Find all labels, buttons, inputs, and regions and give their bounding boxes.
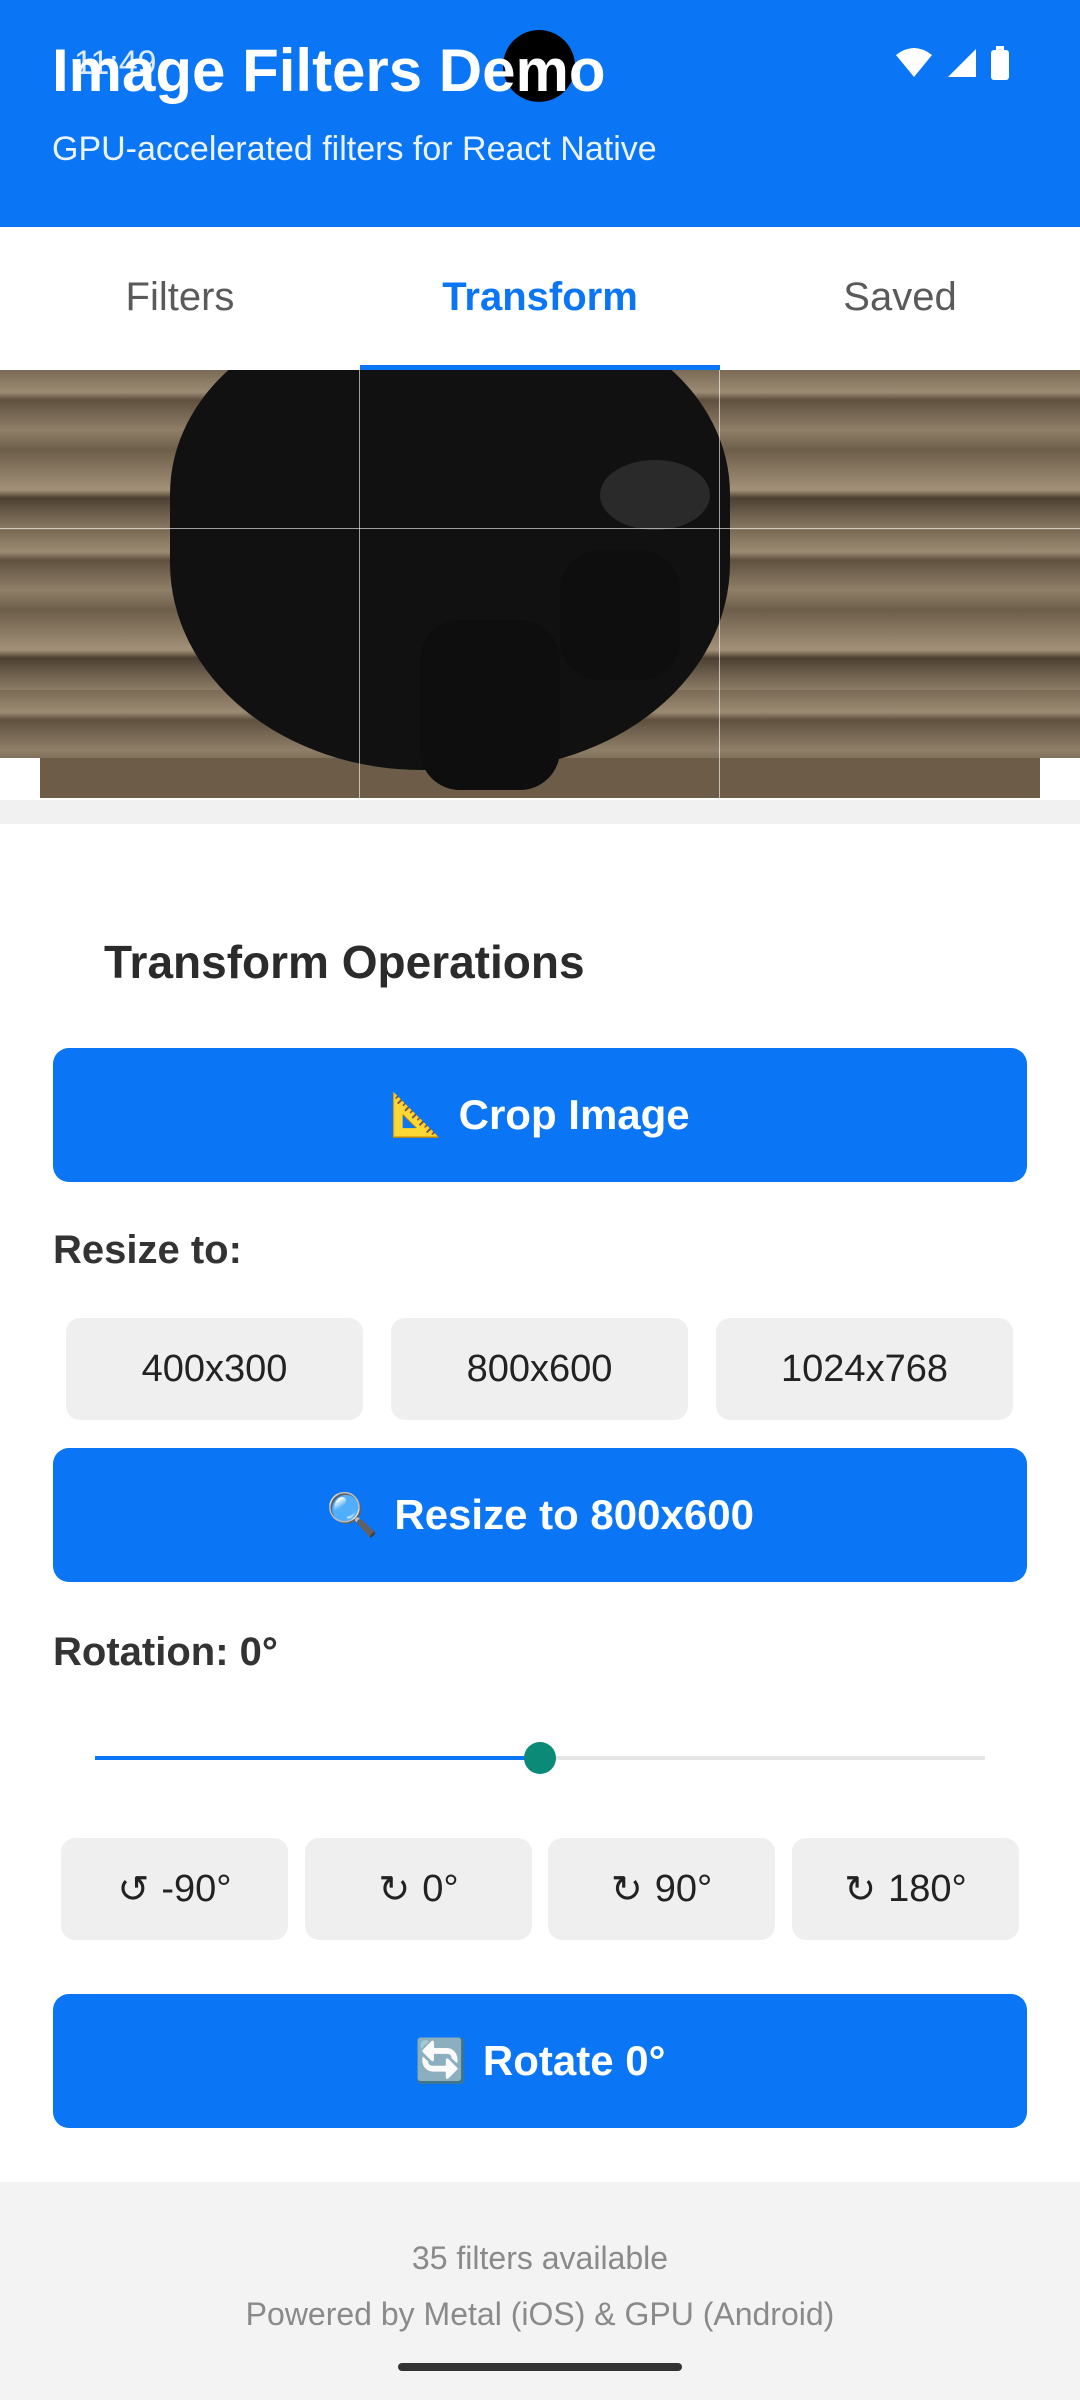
rotate-cw-icon: ↻ xyxy=(844,1868,877,1911)
rotate-ccw-icon: ↺ xyxy=(117,1868,150,1911)
filter-count: 35 filters available xyxy=(411,2240,669,2276)
status-icons xyxy=(894,46,1010,80)
tab-bar: Filters Transform Saved xyxy=(0,227,1080,370)
image-preview[interactable] xyxy=(0,370,1080,798)
page-title: Image Filters Demo xyxy=(52,37,606,104)
rotate-preset-label: 0° xyxy=(422,1867,459,1910)
resize-option-1024x768[interactable]: 1024x768 xyxy=(716,1318,1013,1420)
rotate-preset-0[interactable]: ↻ 0° xyxy=(305,1838,532,1940)
resize-label: Resize to: xyxy=(53,1228,242,1272)
photo-dog-nose xyxy=(600,460,710,530)
tab-saved[interactable]: Saved xyxy=(720,227,1080,370)
crop-grid-line xyxy=(719,370,720,798)
wifi-icon xyxy=(896,48,932,77)
powered-by: Powered by Metal (iOS) & GPU (Android) xyxy=(245,2296,835,2332)
crop-button-label: Crop Image xyxy=(458,1091,690,1138)
resize-option-400x300[interactable]: 400x300 xyxy=(66,1318,363,1420)
rotate-preset-label: -90° xyxy=(161,1867,232,1910)
section-title: Transform Operations xyxy=(104,936,585,988)
rotate-preset-minus-90[interactable]: ↺ -90° xyxy=(61,1838,288,1940)
rotate-button-label: Rotate 0° xyxy=(482,2037,666,2084)
rotate-arrows-icon: 🔄 xyxy=(414,2036,467,2084)
rotate-cw-icon: ↻ xyxy=(610,1868,643,1911)
rotate-preset-label: 180° xyxy=(888,1867,967,1910)
rotate-preset-label: 90° xyxy=(654,1867,713,1910)
page-subtitle: GPU-accelerated filters for React Native xyxy=(52,130,657,168)
rotation-label: Rotation: 0° xyxy=(53,1630,278,1674)
tab-transform[interactable]: Transform xyxy=(360,227,720,370)
photo-dog-leg xyxy=(560,550,680,680)
rotation-slider-thumb[interactable] xyxy=(524,1742,556,1774)
home-indicator[interactable] xyxy=(398,2363,682,2371)
rotate-button[interactable]: 🔄 Rotate 0° xyxy=(53,1994,1027,2128)
tab-filters[interactable]: Filters xyxy=(0,227,360,370)
photo-dog-leg xyxy=(420,620,560,790)
signal-icon xyxy=(948,49,976,77)
resize-option-800x600[interactable]: 800x600 xyxy=(391,1318,688,1420)
crop-grid-line xyxy=(0,528,1080,529)
ruler-icon: 📐 xyxy=(390,1090,443,1138)
crop-grid-line xyxy=(359,370,360,798)
rotation-slider-track[interactable] xyxy=(540,1756,985,1760)
crop-image-button[interactable]: 📐 Crop Image xyxy=(53,1048,1027,1182)
magnifier-icon: 🔍 xyxy=(326,1490,379,1538)
resize-button-label: Resize to 800x600 xyxy=(394,1491,754,1538)
rotate-preset-90[interactable]: ↻ 90° xyxy=(548,1838,775,1940)
section-divider xyxy=(0,800,1080,824)
rotate-cw-icon: ↻ xyxy=(378,1868,411,1911)
resize-button[interactable]: 🔍 Resize to 800x600 xyxy=(53,1448,1027,1582)
rotation-slider-track-filled[interactable] xyxy=(95,1756,540,1760)
rotate-preset-180[interactable]: ↻ 180° xyxy=(792,1838,1019,1940)
battery-icon xyxy=(991,46,1009,80)
